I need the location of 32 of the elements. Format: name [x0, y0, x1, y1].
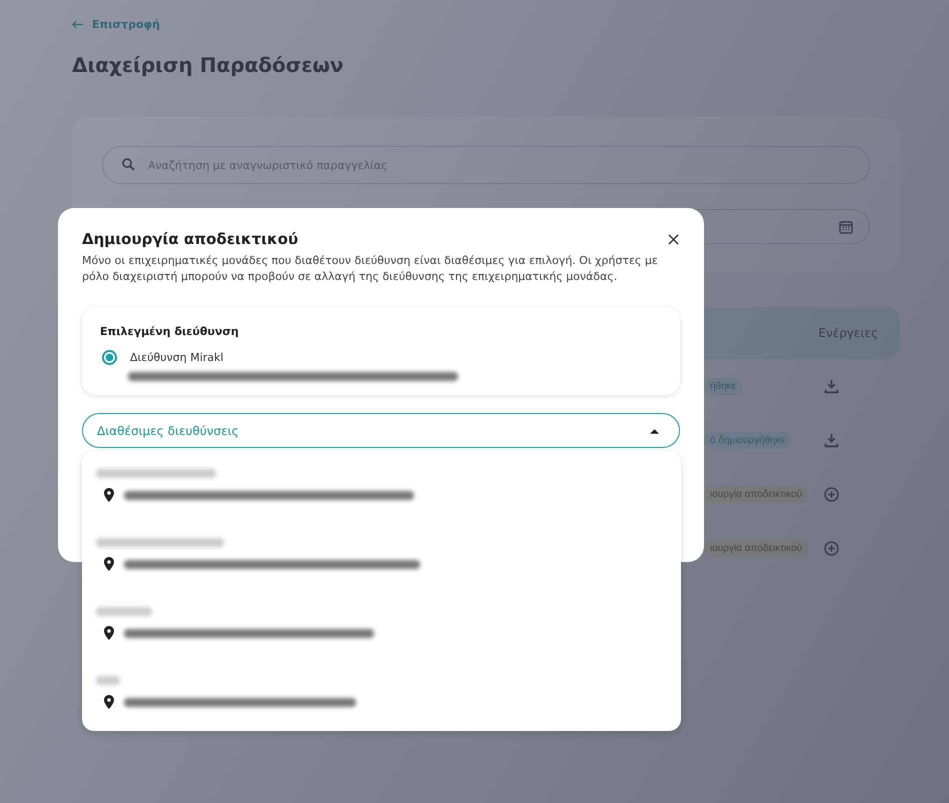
plus-circle-icon — [824, 540, 839, 556]
download-icon — [824, 378, 839, 394]
location-pin-icon — [104, 626, 114, 640]
radio-button[interactable] — [102, 350, 117, 365]
column-header: Ενέργειες — [818, 326, 878, 340]
search-icon — [122, 158, 135, 171]
location-pin-icon — [104, 557, 114, 571]
action-button[interactable] — [824, 486, 840, 502]
download-icon — [824, 432, 839, 448]
radio-label: Διεύθυνση Mirakl — [130, 351, 224, 364]
caret-up-icon — [650, 428, 659, 434]
calendar-icon — [839, 220, 853, 234]
redacted-text — [96, 607, 152, 616]
location-pin-icon — [104, 488, 114, 502]
search-field[interactable]: Αναζήτηση με αναγνωριστικό παραγγελίας — [102, 146, 870, 184]
close-icon — [668, 234, 679, 244]
back-link[interactable]: Επιστροφή — [72, 18, 160, 31]
action-button[interactable] — [824, 540, 840, 556]
page-title: Διαχείριση Παραδόσεων — [72, 53, 344, 77]
dialog-title: Δημιουργία αποδεικτικού — [82, 230, 298, 248]
action-button[interactable] — [824, 378, 840, 394]
close-button[interactable] — [666, 232, 681, 246]
card-heading: Επιλεγμένη διεύθυνση — [100, 325, 240, 338]
action-button[interactable] — [824, 432, 840, 448]
status-badge: ήθηκε — [704, 378, 742, 394]
dialog-description: Μόνο οι επιχειρηματικές μονάδες που διαθέτουν διεύθυνση είναι διαθέσιμες για επιλογή. Οι χρήστες με ρόλο διαχειριστή μπορούν να προβούν σε αλλαγή της διεύθυνσης της επιχειρηματικής μονάδας. — [82, 253, 659, 285]
redacted-text — [96, 676, 120, 685]
address-dropdown[interactable]: Διαθέσιμες διευθύνσεις — [82, 413, 680, 448]
status-badge: ό δημιουργήθηκε — [704, 432, 792, 448]
plus-circle-icon — [824, 486, 839, 502]
arrow-left-icon — [72, 20, 84, 29]
location-pin-icon — [104, 695, 114, 709]
